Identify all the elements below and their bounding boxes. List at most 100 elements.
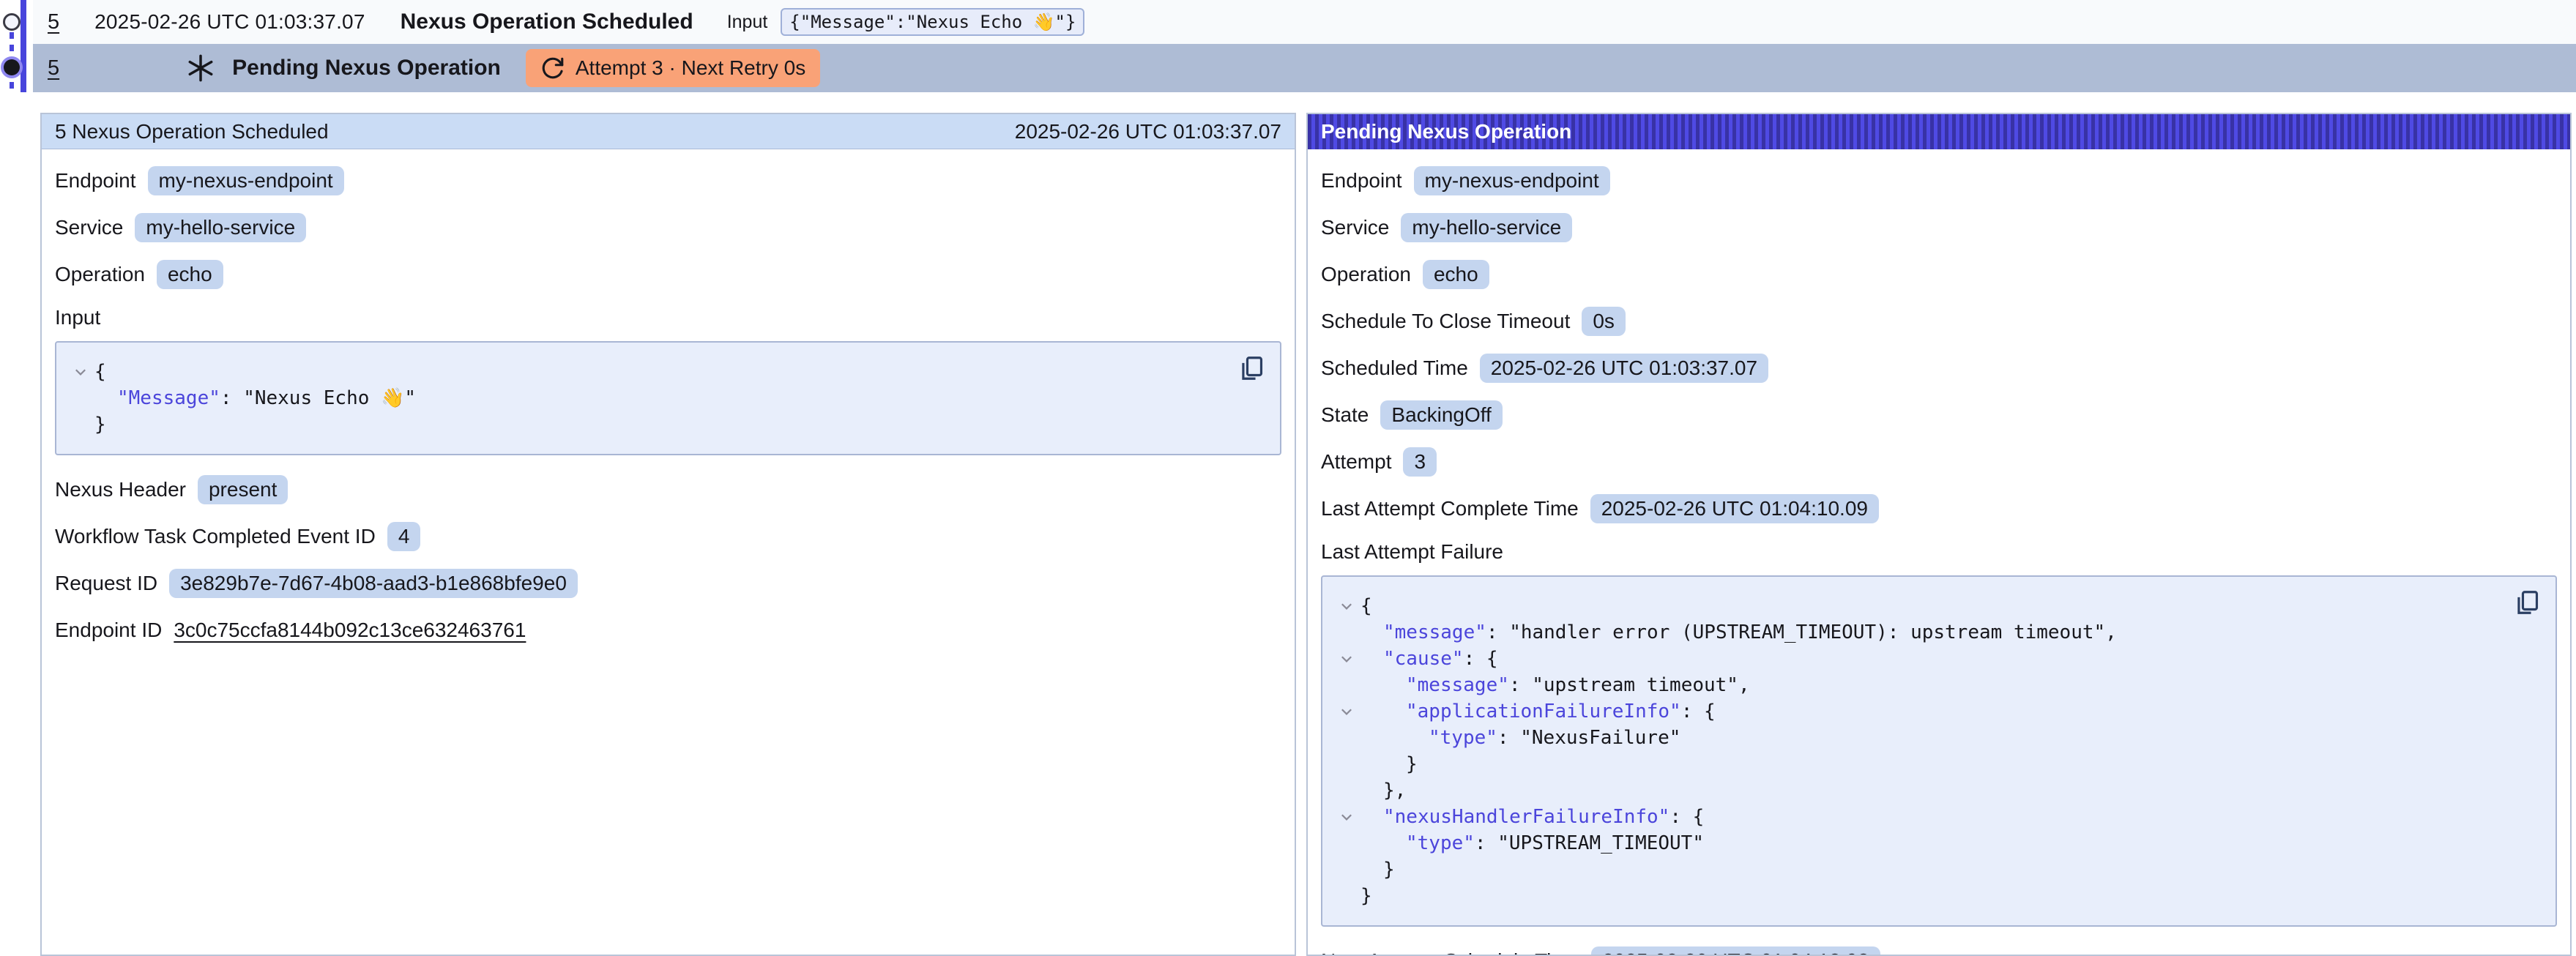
field-label: Attempt (1321, 450, 1391, 474)
field-label: Service (55, 216, 123, 239)
field-label: Service (1321, 216, 1389, 239)
retry-badge-label: Attempt 3 · Next Retry 0s (576, 56, 805, 80)
scheduled-event-panel: 5 Nexus Operation Scheduled 2025-02-26 U… (40, 113, 1296, 956)
event-summary-row[interactable]: 5 2025-02-26 UTC 01:03:37.07 Nexus Opera… (33, 0, 2576, 44)
field-label: Endpoint (1321, 169, 1402, 193)
field-value-badge: 2025-02-26 UTC 01:04:13.93 (1591, 946, 1880, 956)
field-value-badge: 4 (387, 522, 421, 551)
field-row-request-id: Request ID 3e829b7e-7d67-4b08-aad3-b1e86… (55, 568, 1281, 599)
field-value-badge: my-hello-service (1401, 213, 1572, 242)
field-row-workflow-task-completed-event-id: Workflow Task Completed Event ID 4 (55, 521, 1281, 552)
field-value-badge: BackingOff (1380, 400, 1502, 430)
field-label: Next Attempt Schedule Time (1321, 949, 1579, 956)
field-row-state: State BackingOff (1321, 400, 2557, 430)
json-line: "message": "handler error (UPSTREAM_TIME… (1333, 619, 2504, 646)
field-label: Request ID (55, 572, 157, 595)
json-line: "cause": { (1333, 646, 2504, 672)
field-label: Schedule To Close Timeout (1321, 310, 1570, 333)
field-value-badge: my-nexus-endpoint (148, 166, 344, 195)
field-row-schedule-to-close-timeout: Schedule To Close Timeout 0s (1321, 306, 2557, 337)
input-section-label: Input (55, 306, 1281, 329)
field-row-next-attempt-schedule-time: Next Attempt Schedule Time 2025-02-26 UT… (1321, 946, 2557, 956)
field-value-badge: echo (1423, 260, 1489, 289)
field-value-badge: 3 (1403, 447, 1437, 477)
pending-asterisk-icon (185, 53, 216, 83)
field-row-operation: Operation echo (55, 259, 1281, 290)
scheduled-panel-timestamp: 2025-02-26 UTC 01:03:37.07 (1015, 120, 1281, 143)
json-line: { (1333, 593, 2504, 619)
pending-operation-row[interactable]: 5 Pending Nexus Operation Attempt 3 · Ne… (33, 44, 2576, 92)
copy-icon[interactable] (1237, 354, 1265, 382)
json-line: { (67, 359, 1229, 385)
pending-panel-title: Pending Nexus Operation (1321, 120, 1571, 143)
collapse-chevron-icon[interactable] (1333, 809, 1360, 825)
pending-operation-panel: Pending Nexus Operation Endpoint my-nexu… (1306, 113, 2572, 956)
timeline-accent-bar (21, 0, 26, 92)
field-row-service: Service my-hello-service (1321, 212, 2557, 243)
json-line: } (1333, 883, 2504, 909)
collapse-chevron-icon[interactable] (1333, 703, 1360, 720)
pending-title: Pending Nexus Operation (232, 56, 501, 81)
field-value-badge: present (198, 475, 288, 504)
field-value-badge: 2025-02-26 UTC 01:04:10.09 (1590, 494, 1879, 523)
json-line: } (1333, 856, 2504, 883)
json-line: "type": "UPSTREAM_TIMEOUT" (1333, 830, 2504, 856)
collapse-chevron-icon[interactable] (67, 364, 94, 380)
input-json-block: { "Message": "Nexus Echo 👋" } (55, 341, 1281, 455)
field-label: State (1321, 403, 1369, 427)
field-label: Operation (55, 263, 145, 286)
timeline-rail (0, 0, 33, 94)
event-detail-panels: 5 Nexus Operation Scheduled 2025-02-26 U… (40, 113, 2572, 956)
field-label: Operation (1321, 263, 1411, 286)
event-id-link[interactable]: 5 (48, 10, 59, 34)
field-label: Last Attempt Complete Time (1321, 497, 1579, 520)
json-line: "message": "upstream timeout", (1333, 672, 2504, 698)
json-line: "applicationFailureInfo": { (1333, 698, 2504, 725)
field-row-last-attempt-complete-time: Last Attempt Complete Time 2025-02-26 UT… (1321, 493, 2557, 524)
field-value-badge: my-hello-service (135, 213, 306, 242)
scheduled-panel-header: 5 Nexus Operation Scheduled 2025-02-26 U… (42, 114, 1295, 149)
json-line: } (1333, 751, 2504, 777)
field-value-badge: my-nexus-endpoint (1414, 166, 1610, 195)
field-row-endpoint: Endpoint my-nexus-endpoint (1321, 165, 2557, 196)
failure-section-label: Last Attempt Failure (1321, 540, 2557, 564)
json-line: "type": "NexusFailure" (1333, 725, 2504, 751)
endpoint-id-link[interactable]: 3c0c75ccfa8144b092c13ce632463761 (174, 619, 526, 642)
field-row-endpoint: Endpoint my-nexus-endpoint (55, 165, 1281, 196)
retry-icon (540, 56, 565, 81)
pending-event-id-link[interactable]: 5 (48, 56, 59, 81)
field-row-endpoint-id: Endpoint ID 3c0c75ccfa8144b092c13ce63246… (55, 615, 1281, 646)
input-value-chip[interactable]: {"Message":"Nexus Echo 👋"} (781, 8, 1084, 36)
field-row-attempt: Attempt 3 (1321, 447, 2557, 477)
input-label: Input (727, 12, 768, 33)
scheduled-panel-title: 5 Nexus Operation Scheduled (55, 120, 329, 143)
field-label: Endpoint ID (55, 619, 162, 642)
json-line: } (67, 411, 1229, 438)
field-value-badge: 3e829b7e-7d67-4b08-aad3-b1e868bfe9e0 (169, 569, 578, 598)
field-label: Nexus Header (55, 478, 186, 501)
field-value-badge: 2025-02-26 UTC 01:03:37.07 (1480, 354, 1768, 383)
field-label: Scheduled Time (1321, 356, 1468, 380)
json-line: "Message": "Nexus Echo 👋" (67, 385, 1229, 411)
field-label: Endpoint (55, 169, 136, 193)
collapse-chevron-icon[interactable] (1333, 651, 1360, 667)
json-line: "nexusHandlerFailureInfo": { (1333, 804, 2504, 830)
field-value-badge: 0s (1582, 307, 1626, 336)
field-row-scheduled-time: Scheduled Time 2025-02-26 UTC 01:03:37.0… (1321, 353, 2557, 384)
pending-panel-header: Pending Nexus Operation (1308, 114, 2570, 149)
collapse-chevron-icon[interactable] (1333, 598, 1360, 614)
field-row-nexus-header: Nexus Header present (55, 474, 1281, 505)
field-row-operation: Operation echo (1321, 259, 2557, 290)
field-label: Workflow Task Completed Event ID (55, 525, 376, 548)
event-open-circle-icon (3, 13, 21, 31)
field-value-badge: echo (157, 260, 223, 289)
json-line: }, (1333, 777, 2504, 804)
copy-icon[interactable] (2513, 589, 2541, 616)
event-filled-circle-icon (4, 59, 20, 75)
field-row-service: Service my-hello-service (55, 212, 1281, 243)
retry-badge: Attempt 3 · Next Retry 0s (526, 49, 820, 87)
event-name: Nexus Operation Scheduled (401, 10, 693, 34)
event-timestamp: 2025-02-26 UTC 01:03:37.07 (94, 10, 365, 34)
failure-json-block: { "message": "handler error (UPSTREAM_TI… (1321, 575, 2557, 927)
event-history-screen: 5 2025-02-26 UTC 01:03:37.07 Nexus Opera… (0, 0, 2576, 956)
